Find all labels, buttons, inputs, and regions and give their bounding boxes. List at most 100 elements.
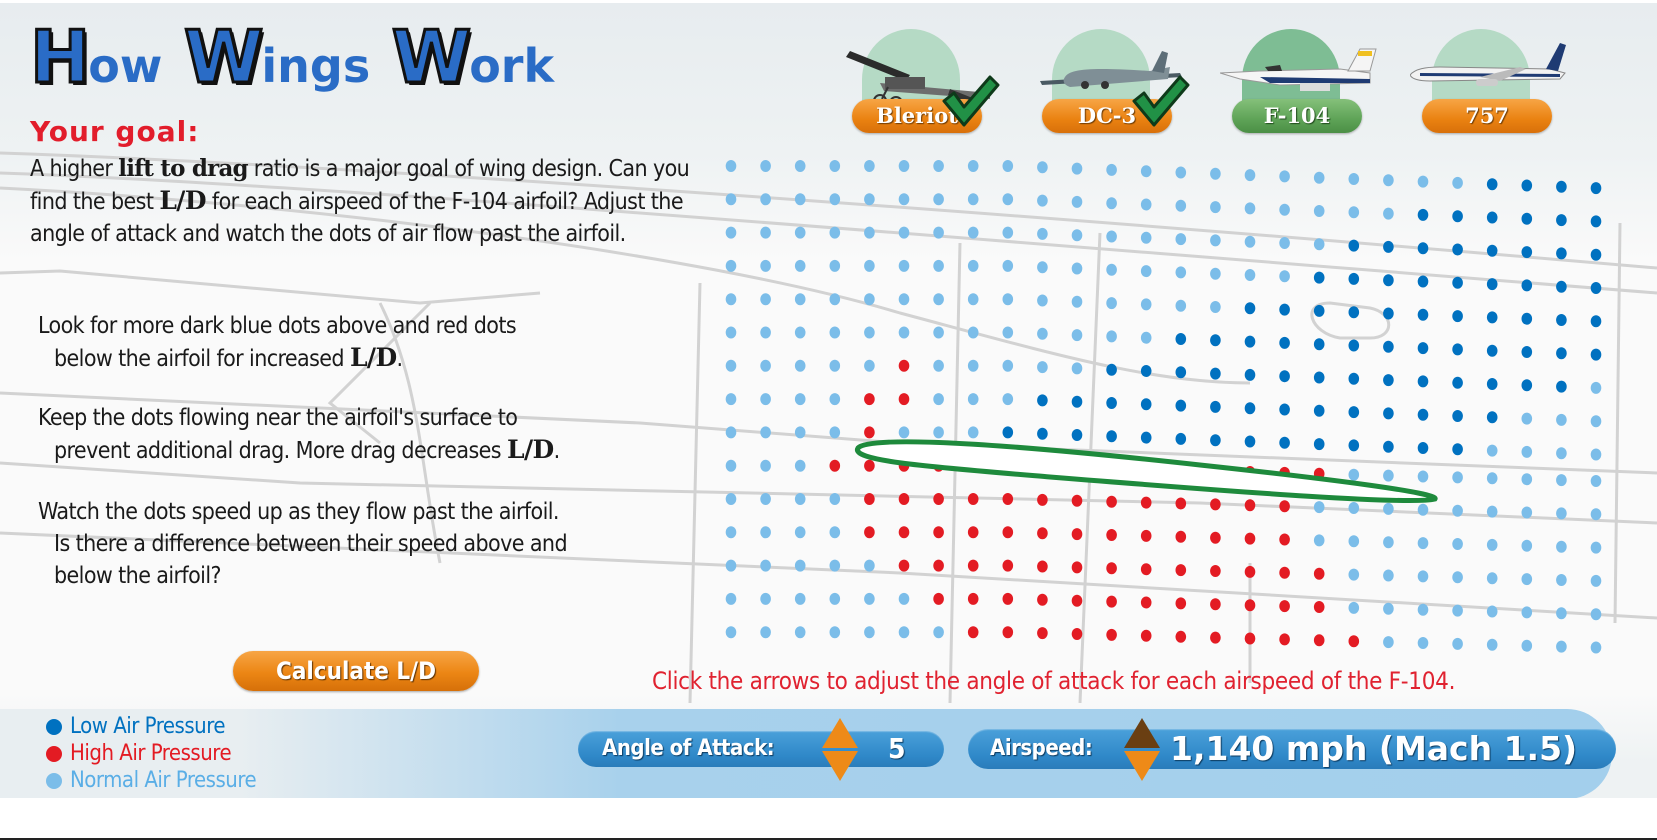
normal-pressure-dot bbox=[1002, 393, 1014, 406]
normal-pressure-dot bbox=[1556, 607, 1567, 620]
high-pressure-dot bbox=[1002, 626, 1014, 639]
high-pressure-dot bbox=[898, 393, 910, 406]
normal-pressure-dot bbox=[1590, 475, 1602, 487]
normal-pressure-dot bbox=[1106, 230, 1117, 243]
normal-pressure-dot bbox=[898, 160, 910, 172]
high-pressure-dot bbox=[1140, 596, 1152, 609]
normal-pressure-dot bbox=[829, 393, 841, 406]
low-pressure-dot bbox=[1348, 372, 1360, 385]
angle-increase-arrow-icon[interactable] bbox=[822, 718, 858, 748]
normal-pressure-dot bbox=[794, 426, 806, 439]
normal-pressure-dot bbox=[1037, 194, 1048, 207]
low-pressure-dot bbox=[1452, 376, 1463, 389]
low-pressure-dot bbox=[1175, 432, 1187, 445]
high-pressure-dot bbox=[933, 592, 944, 605]
normal-pressure-dot bbox=[760, 626, 771, 639]
low-pressure-dot bbox=[1244, 402, 1256, 415]
normal-pressure-dot bbox=[1175, 299, 1187, 312]
low-pressure-dot bbox=[1175, 333, 1187, 345]
normal-pressure-dot bbox=[864, 293, 875, 306]
low-pressure-dot bbox=[1452, 210, 1463, 223]
normal-pressure-dot bbox=[1140, 265, 1152, 278]
low-pressure-dot bbox=[1486, 411, 1498, 424]
normal-pressure-dot bbox=[1071, 362, 1083, 375]
high-pressure-dot bbox=[1313, 634, 1325, 647]
low-pressure-dot bbox=[1348, 239, 1360, 252]
normal-pressure-dot bbox=[1452, 471, 1463, 484]
normal-pressure-dot bbox=[829, 193, 841, 206]
normal-pressure-dot bbox=[1590, 415, 1602, 428]
angle-decrease-arrow-icon[interactable] bbox=[822, 751, 858, 781]
high-pressure-dot bbox=[1106, 529, 1117, 541]
high-pressure-dot bbox=[1244, 565, 1256, 578]
high-pressure-dot bbox=[1348, 635, 1360, 648]
angle-of-attack-label: Angle of Attack: bbox=[602, 736, 775, 761]
normal-pressure-dot bbox=[794, 326, 806, 339]
normal-pressure-dot bbox=[760, 526, 771, 539]
airspeed-decrease-arrow-icon[interactable] bbox=[1124, 751, 1160, 781]
high-pressure-dot bbox=[1002, 559, 1014, 572]
normal-pressure-dot bbox=[725, 526, 737, 539]
low-pressure-dot bbox=[1452, 443, 1463, 456]
normal-pressure-dot bbox=[1140, 331, 1152, 344]
normal-pressure-dot bbox=[1486, 572, 1498, 585]
low-pressure-dot bbox=[1556, 180, 1567, 193]
high-pressure-dot bbox=[864, 459, 875, 472]
low-pressure-dot bbox=[1383, 307, 1394, 320]
normal-pressure-dot bbox=[1556, 574, 1567, 586]
low-pressure-dot bbox=[1140, 398, 1152, 411]
normal-pressure-dot bbox=[1417, 175, 1429, 188]
normal-pressure-dot bbox=[725, 193, 737, 206]
normal-pressure-dot bbox=[829, 359, 841, 372]
normal-pressure-dot bbox=[794, 226, 806, 239]
normal-pressure-dot bbox=[794, 526, 806, 539]
normal-pressure-dot bbox=[1279, 203, 1290, 216]
normal-pressure-dot bbox=[1486, 444, 1498, 457]
normal-pressure-dot bbox=[898, 326, 910, 339]
normal-pressure-dot bbox=[1383, 569, 1394, 582]
normal-pressure-dot bbox=[864, 193, 875, 206]
high-pressure-dot bbox=[1037, 593, 1048, 606]
airspeed-increase-arrow-icon[interactable] bbox=[1124, 718, 1160, 748]
normal-pressure-dot bbox=[1452, 571, 1463, 584]
normal-pressure-dot bbox=[829, 226, 841, 239]
normal-pressure-dot bbox=[1556, 507, 1567, 520]
normal-pressure-dot bbox=[1313, 238, 1325, 251]
normal-pressure-dot bbox=[1002, 359, 1014, 372]
normal-pressure-dot bbox=[898, 426, 910, 439]
normal-pressure-dot bbox=[1348, 173, 1360, 185]
normal-pressure-dot bbox=[933, 259, 944, 272]
high-pressure-dot bbox=[1106, 495, 1117, 508]
normal-pressure-dot bbox=[1452, 176, 1463, 189]
high-pressure-dot bbox=[1313, 601, 1325, 613]
high-pressure-dot bbox=[1037, 493, 1048, 506]
normal-pressure-dot bbox=[1521, 412, 1533, 425]
low-pressure-dot bbox=[1521, 246, 1533, 259]
high-pressure-dot bbox=[1002, 526, 1014, 539]
low-pressure-dot bbox=[1590, 215, 1602, 228]
low-pressure-dot bbox=[1106, 397, 1117, 409]
high-pressure-dot bbox=[1140, 529, 1152, 542]
normal-pressure-dot bbox=[933, 426, 944, 439]
normal-pressure-dot bbox=[794, 493, 806, 505]
low-pressure-dot bbox=[1590, 282, 1602, 294]
normal-pressure-dot bbox=[1590, 448, 1602, 461]
angle-of-attack-control: Angle of Attack: 5 bbox=[578, 731, 944, 767]
normal-pressure-dot bbox=[794, 359, 806, 372]
calculate-ld-button[interactable]: Calculate L/D bbox=[233, 651, 479, 691]
normal-pressure-dot bbox=[1175, 233, 1187, 246]
low-pressure-dot bbox=[1106, 430, 1117, 443]
normal-pressure-dot bbox=[1210, 234, 1221, 247]
normal-pressure-dot bbox=[1037, 294, 1048, 307]
normal-pressure-dot bbox=[1175, 266, 1187, 279]
normal-pressure-dot bbox=[760, 459, 771, 472]
high-pressure-dot bbox=[1071, 594, 1083, 607]
high-pressure-dot bbox=[1106, 562, 1117, 575]
low-pressure-dot bbox=[1071, 395, 1083, 408]
low-pressure-dot bbox=[1348, 339, 1360, 352]
normal-pressure-dot bbox=[1417, 637, 1429, 649]
normal-pressure-dot bbox=[1140, 231, 1152, 244]
low-pressure-dot bbox=[1210, 400, 1221, 413]
normal-pressure-dot-icon bbox=[46, 772, 62, 789]
high-pressure-dot bbox=[967, 526, 979, 539]
